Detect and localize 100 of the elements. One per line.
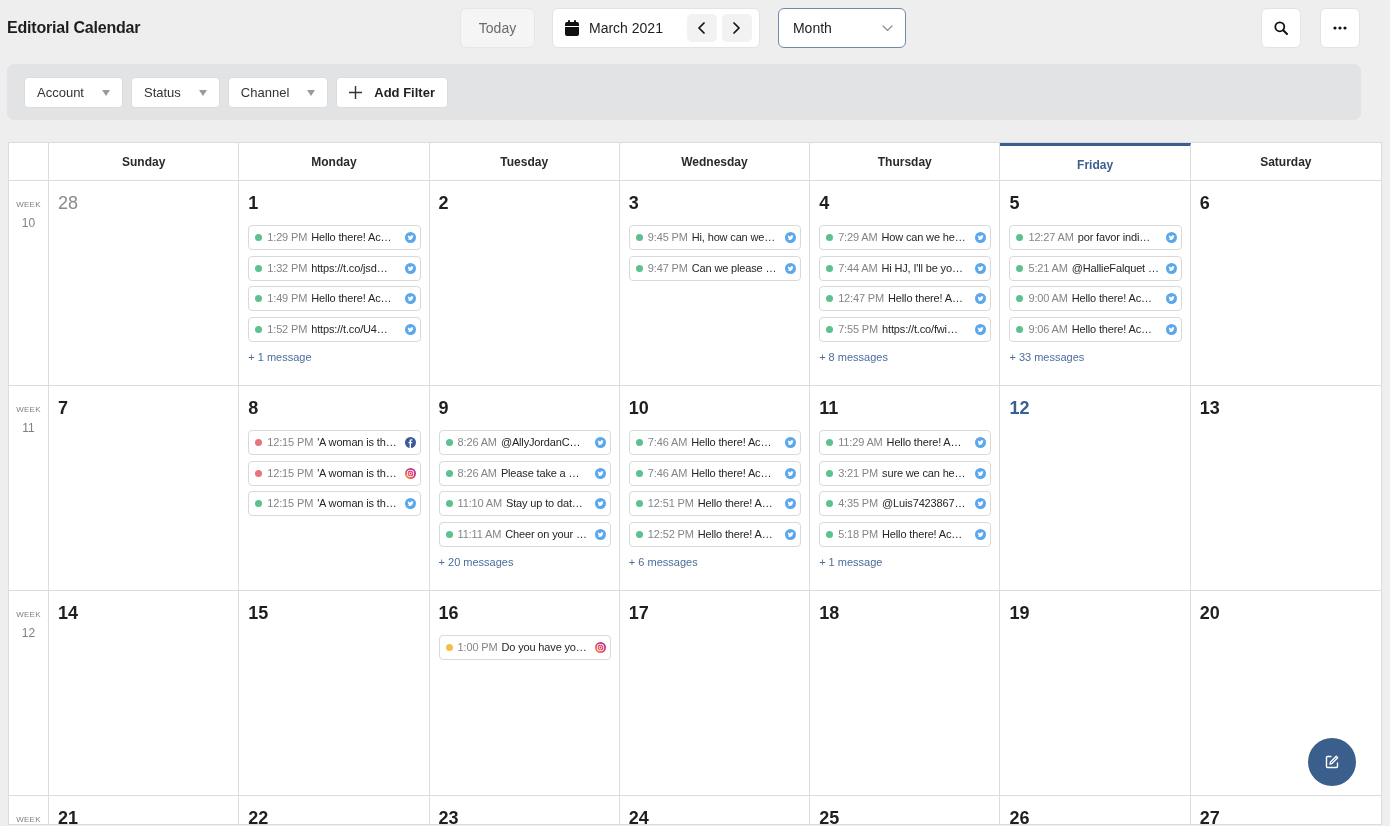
chevron-right-icon <box>733 22 741 34</box>
message-item[interactable]: 1:32 PM https://t.co/jsd… <box>248 255 421 281</box>
day-number: 19 <box>1009 602 1030 625</box>
week-label: WEEK <box>16 610 41 620</box>
day-number: 23 <box>438 807 459 824</box>
day-number: 17 <box>628 602 649 625</box>
message-item[interactable]: 7:46 AM Hello there! Ac… <box>628 430 802 455</box>
day-number: 14 <box>58 602 79 625</box>
day-number: 28 <box>58 192 79 215</box>
message-item[interactable]: 5:18 PM Hello there! Ac… <box>819 521 992 547</box>
next-month-button[interactable] <box>721 14 752 42</box>
bird-icon <box>785 437 797 448</box>
message-item[interactable]: 7:55 PM https://t.co/fwi… <box>819 316 992 342</box>
more-messages-link[interactable]: + 1 message <box>819 554 883 571</box>
message-item[interactable]: 12:27 AM por favor indi… <box>1009 225 1182 250</box>
day-number: 20 <box>1199 602 1220 625</box>
bird-icon <box>975 437 987 448</box>
weekday-header: Tuesday <box>429 143 620 181</box>
more-messages-link[interactable]: + 6 messages <box>628 554 698 571</box>
bird-icon <box>404 232 416 243</box>
message-item[interactable]: 12:15 PM 'A woman is th… <box>248 491 421 516</box>
message-item[interactable]: 3:21 PM sure we can he… <box>819 460 992 486</box>
bird-icon <box>975 498 987 509</box>
day-number: 25 <box>819 807 840 824</box>
more-messages-link[interactable]: + 20 messages <box>438 554 514 571</box>
day-number: 12 <box>1009 397 1030 420</box>
day-number: 6 <box>1199 192 1210 215</box>
message-item[interactable]: 11:10 AM Stay up to dat… <box>438 491 611 516</box>
more-messages-link[interactable]: + 8 messages <box>819 349 888 366</box>
message-item[interactable]: 1:52 PM https://t.co/U4… <box>248 316 421 342</box>
bird-icon <box>404 323 416 335</box>
today-button[interactable]: Today <box>460 8 535 48</box>
message-item[interactable]: 12:47 PM Hello there! A… <box>819 286 992 311</box>
message-item[interactable]: 12:15 PM 'A woman is th… <box>248 430 421 455</box>
month-label: March 2021 <box>589 18 663 38</box>
day-number: 8 <box>248 397 259 420</box>
plus-icon <box>349 86 363 99</box>
message-item[interactable]: 7:46 AM Hello there! Ac… <box>628 460 802 486</box>
bird-icon <box>785 528 797 540</box>
message-item[interactable]: 5:21 AM @HallieFalquet … <box>1009 255 1182 281</box>
bird-icon <box>785 262 797 274</box>
bird-icon <box>404 262 416 274</box>
day-number: 26 <box>1009 807 1030 824</box>
message-item[interactable]: 8:26 AM @AllyJordanC… <box>438 430 611 455</box>
day-number: 9 <box>438 397 449 420</box>
bird-icon <box>404 293 416 304</box>
message-item[interactable]: 8:26 AM Please take a … <box>438 460 611 486</box>
camera-icon <box>404 467 416 479</box>
more-messages-link[interactable]: + 33 messages <box>1009 349 1085 366</box>
day-number: 7 <box>58 397 68 420</box>
message-item[interactable]: 12:51 PM Hello there! A… <box>628 491 802 516</box>
message-item[interactable]: 12:15 PM 'A woman is th… <box>248 460 421 486</box>
calendar-icon <box>565 20 579 36</box>
bird-icon <box>975 467 987 479</box>
bird-icon <box>975 293 987 304</box>
day-number: 2 <box>438 192 449 215</box>
more-messages-link[interactable]: + 1 message <box>248 349 312 366</box>
message-item[interactable]: 1:49 PM Hello there! Ac… <box>248 286 421 311</box>
filter-dropdown[interactable]: Status <box>131 77 220 108</box>
caret-down-icon <box>198 89 207 96</box>
message-item[interactable]: 9:00 AM Hello there! Ac… <box>1009 286 1182 311</box>
day-number: 3 <box>628 192 639 215</box>
message-item[interactable]: 4:35 PM @Luis7423867… <box>819 491 992 516</box>
filter-dropdown[interactable]: Channel <box>227 77 329 108</box>
camera-icon <box>594 642 606 653</box>
search-button[interactable] <box>1261 8 1301 48</box>
bird-icon <box>594 528 606 540</box>
add-filter-button[interactable]: Add Filter <box>336 77 448 108</box>
day-number: 13 <box>1199 397 1220 420</box>
week-number: 11 <box>22 420 35 436</box>
week-number: 10 <box>21 215 36 231</box>
day-number: 5 <box>1009 192 1020 215</box>
ellipsis-icon <box>1333 26 1347 30</box>
bird-icon <box>1165 262 1177 274</box>
bird-icon <box>785 467 797 479</box>
message-item[interactable]: 7:29 AM How can we he… <box>819 225 992 250</box>
message-item[interactable]: 9:47 PM Can we please … <box>628 255 802 281</box>
bird-icon <box>594 467 606 479</box>
message-item[interactable]: 12:52 PM Hello there! A… <box>628 521 802 547</box>
previous-month-button[interactable] <box>686 14 717 42</box>
weekday-header: Sunday <box>49 143 240 181</box>
caret-down-icon <box>102 89 110 96</box>
view-select[interactable]: Month <box>777 8 906 48</box>
bird-icon <box>594 437 606 448</box>
day-number: 4 <box>819 192 830 215</box>
message-item[interactable]: 11:11 AM Cheer on your … <box>438 521 611 547</box>
filter-dropdown[interactable]: Account <box>24 77 123 108</box>
search-icon <box>1274 21 1288 35</box>
message-item[interactable]: 9:45 PM Hi, how can we… <box>628 225 802 250</box>
message-item[interactable]: 9:06 AM Hello there! Ac… <box>1009 316 1182 342</box>
bird-icon <box>1165 323 1177 335</box>
chevron-left-icon <box>698 22 706 34</box>
day-number: 27 <box>1199 807 1220 824</box>
bird-icon <box>1165 232 1177 243</box>
message-item[interactable]: 11:29 AM Hello there! A… <box>819 430 992 455</box>
bird-icon <box>975 232 987 243</box>
message-item[interactable]: 1:29 PM Hello there! Ac… <box>248 225 421 250</box>
message-item[interactable]: 7:44 AM Hi HJ, I'll be yo… <box>819 255 992 281</box>
message-item[interactable]: 1:00 PM Do you have yo… <box>438 635 611 660</box>
day-number: 18 <box>819 602 840 625</box>
